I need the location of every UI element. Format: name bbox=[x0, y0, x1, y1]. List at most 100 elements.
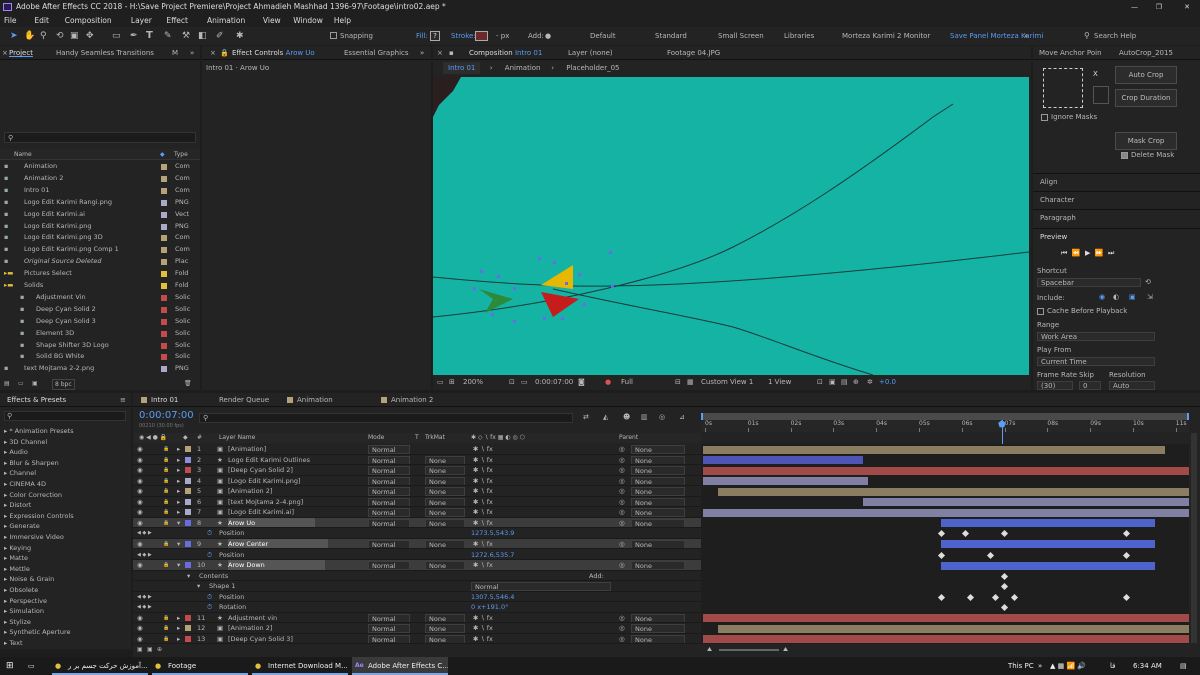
ignore-masks-checkbox[interactable] bbox=[1041, 114, 1048, 121]
layer-duration-bar[interactable] bbox=[717, 624, 1189, 633]
mode-dropdown[interactable]: Normal bbox=[368, 445, 410, 454]
resolution-dropdown[interactable]: Full bbox=[621, 376, 633, 388]
label-swatch[interactable] bbox=[185, 446, 191, 452]
zoom-slider[interactable] bbox=[719, 649, 779, 651]
this-pc-label[interactable]: This PC bbox=[1008, 657, 1034, 675]
label-swatch[interactable] bbox=[161, 271, 167, 278]
effect-category[interactable]: ▸ Audio bbox=[0, 447, 131, 458]
layer-duration-bar[interactable] bbox=[703, 508, 1189, 517]
visibility-eye-icon[interactable]: ◉ bbox=[137, 507, 143, 517]
parent-dropdown[interactable]: None bbox=[631, 445, 685, 454]
layer-duration-bar[interactable] bbox=[941, 540, 1155, 549]
safe-zones-icon[interactable]: ⊡ bbox=[509, 376, 515, 388]
workspace-tab[interactable]: Morteza Karimi 2 Monitor bbox=[842, 27, 930, 45]
layer-switches-icon[interactable]: ✱ ∖ fx bbox=[473, 507, 493, 517]
keyframe-marker[interactable] bbox=[1010, 593, 1019, 601]
menu-effect[interactable]: Effect bbox=[166, 14, 188, 27]
search-help-input[interactable]: Search Help bbox=[1094, 27, 1194, 45]
layer-switches-icon[interactable]: ✱ ∖ fx bbox=[473, 465, 493, 475]
tab-composition[interactable]: Composition Intro 01 bbox=[469, 46, 542, 59]
effect-category[interactable]: ▸ Stylize bbox=[0, 617, 131, 628]
layer-name[interactable]: [Deep Cyan Solid 2] bbox=[228, 465, 293, 475]
layer-row[interactable]: ◉ 🔒 ▸ 4 ▣ [Logo Edit Karimi.png] Normal None ✱ ∖… bbox=[133, 476, 701, 487]
mask-visibility-icon[interactable]: ▭ bbox=[521, 376, 528, 388]
tab-essential-graphics[interactable]: Essential Graphics bbox=[344, 46, 409, 59]
layer-duration-bar[interactable] bbox=[703, 445, 1165, 454]
trkmat-dropdown[interactable]: None bbox=[425, 497, 465, 507]
visibility-eye-icon[interactable]: ◉ bbox=[137, 634, 143, 644]
property-value[interactable]: 0 x+191.0° bbox=[471, 602, 508, 612]
layer-row[interactable]: ◉ 🔒 ▸ 3 ▣ [Deep Cyan Solid 2] Normal None ✱ ∖ fx… bbox=[133, 465, 701, 476]
project-item[interactable]: ▪ text Mojtama 2-2.png PNG bbox=[0, 363, 200, 375]
comp-canvas[interactable] bbox=[433, 77, 1029, 375]
twirl-arrow-icon[interactable]: ▾ bbox=[197, 581, 200, 591]
visibility-eye-icon[interactable]: ◉ bbox=[137, 497, 143, 507]
keyframe-marker[interactable] bbox=[938, 551, 946, 559]
parent-dropdown[interactable]: None bbox=[631, 497, 685, 507]
roto-tool-icon[interactable]: ✐ bbox=[216, 27, 224, 45]
visibility-eye-icon[interactable]: ◉ bbox=[137, 476, 143, 486]
layer-row[interactable]: ◉ 🔒 ▸ 13 ▣ [Deep Cyan Solid 3] Normal None ✱ ∖ f… bbox=[133, 634, 701, 644]
modes-toggle-icon[interactable]: ▣ bbox=[147, 645, 153, 655]
trkmat-dropdown[interactable]: None bbox=[425, 634, 465, 644]
layer-name[interactable]: [Animation] bbox=[228, 444, 266, 454]
twirl-arrow-icon[interactable]: ▸ bbox=[177, 455, 180, 465]
workspace-tab[interactable]: Standard bbox=[655, 27, 687, 45]
lock-icon[interactable]: 🔒 bbox=[163, 539, 169, 549]
visibility-eye-icon[interactable]: ◉ bbox=[137, 560, 143, 570]
zoom-dropdown[interactable]: 200% bbox=[463, 376, 483, 388]
twirl-arrow-icon[interactable]: ▸ bbox=[177, 476, 180, 486]
keyframe-marker[interactable] bbox=[938, 530, 946, 538]
project-item[interactable]: ▪ Shape Shifter 3D Logo Solic bbox=[0, 340, 200, 352]
effect-category[interactable]: ▸ Distort bbox=[0, 500, 131, 511]
effect-category[interactable]: ▸ Generate bbox=[0, 521, 131, 532]
frame-blending-icon[interactable]: ▥ bbox=[641, 413, 648, 421]
trkmat-dropdown[interactable]: None bbox=[425, 624, 465, 633]
layer-name[interactable]: Logo Edit Karimi Outlines bbox=[228, 455, 310, 465]
label-swatch[interactable] bbox=[161, 283, 167, 289]
parent-dropdown[interactable]: None bbox=[631, 613, 685, 623]
effects-search-input[interactable]: ⚲ bbox=[4, 411, 126, 421]
stopwatch-icon[interactable]: ⏱ bbox=[207, 550, 212, 560]
property-value[interactable]: 1307.5,546.4 bbox=[471, 592, 514, 602]
trkmat-dropdown[interactable]: None bbox=[425, 455, 465, 465]
preview-icon[interactable]: ▭ bbox=[437, 376, 444, 388]
mode-dropdown[interactable]: Normal bbox=[368, 487, 410, 496]
parent-dropdown[interactable]: None bbox=[631, 634, 685, 644]
fast-previews-icon[interactable]: ▣ bbox=[829, 376, 836, 388]
panel-menu-icon[interactable]: M bbox=[172, 46, 178, 59]
project-item[interactable]: ▪ Logo Edit Karimi.png Comp 1 Com bbox=[0, 244, 200, 256]
lock-icon[interactable]: 🔒 bbox=[163, 518, 169, 528]
label-swatch[interactable] bbox=[185, 625, 191, 632]
layer-duration-bar[interactable] bbox=[703, 456, 864, 465]
layer-name[interactable]: [Animation 2] bbox=[228, 623, 272, 633]
hide-shy-icon[interactable]: ☻ bbox=[623, 413, 630, 421]
stroke-width[interactable]: - px bbox=[496, 27, 509, 45]
layer-name[interactable]: [Animation 2] bbox=[228, 486, 272, 496]
effect-category[interactable]: ▸ Synthetic Aperture bbox=[0, 627, 131, 638]
layer-name[interactable]: [Logo Edit Karimi.png] bbox=[228, 476, 301, 486]
label-swatch[interactable] bbox=[185, 498, 191, 505]
parent-pickwhip-icon[interactable]: ◎ bbox=[619, 497, 625, 507]
rotate-tool-icon[interactable]: ⟲ bbox=[56, 27, 64, 45]
label-swatch[interactable] bbox=[161, 330, 167, 337]
label-swatch[interactable] bbox=[161, 223, 167, 230]
label-tag-icon[interactable]: ◆ bbox=[160, 149, 165, 159]
label-swatch[interactable] bbox=[161, 366, 167, 373]
timeline-tab[interactable]: Animation bbox=[297, 393, 333, 406]
effect-category[interactable]: ▸ Blur & Sharpen bbox=[0, 458, 131, 469]
layer-duration-bar[interactable] bbox=[703, 614, 1189, 623]
parent-pickwhip-icon[interactable]: ◎ bbox=[619, 444, 625, 454]
twirl-arrow-icon[interactable]: ▾ bbox=[177, 539, 180, 549]
effect-category[interactable]: ▸ Expression Controls bbox=[0, 511, 131, 522]
twirl-arrow-icon[interactable]: ▾ bbox=[177, 518, 180, 528]
property-row[interactable]: ◀ ◆ ▶ ⏱ Rotation 0 x+191.0° bbox=[133, 602, 701, 613]
visibility-eye-icon[interactable]: ◉ bbox=[137, 486, 143, 496]
property-row[interactable]: ▾ Shape 1 Normal bbox=[133, 581, 701, 592]
add-shape-button[interactable]: Add: bbox=[589, 571, 604, 581]
new-folder-icon[interactable]: ▭ bbox=[18, 378, 24, 390]
project-item[interactable]: ▸▬ Pictures Select Fold bbox=[0, 268, 200, 280]
stopwatch-icon[interactable]: ⏱ bbox=[207, 602, 212, 612]
time-ruler[interactable]: 0s 01s 02s 03s 04s 05s 06s 07s 08s 09s 10s 11s bbox=[701, 420, 1189, 432]
eraser-tool-icon[interactable]: ◧ bbox=[198, 27, 207, 45]
